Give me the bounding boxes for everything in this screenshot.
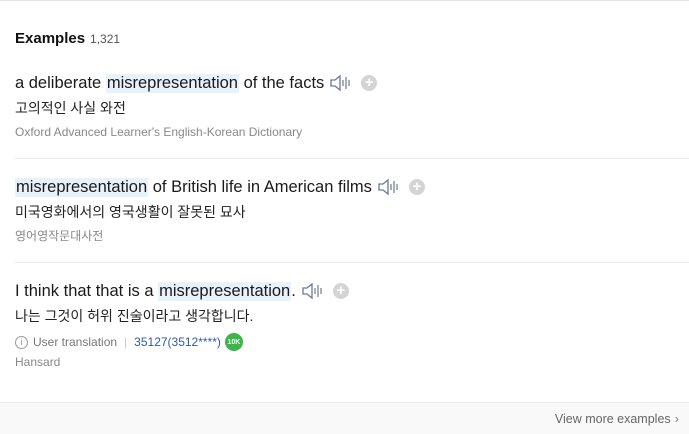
sentence-suffix: of the facts (238, 73, 325, 92)
example-translation: 나는 그것이 허위 진술이라고 생각합니다. (15, 308, 254, 324)
examples-count: 1,321 (90, 32, 121, 46)
meta-separator: | (124, 335, 128, 349)
speaker-icon[interactable] (301, 281, 325, 301)
view-more-examples-link[interactable]: View more examples › (555, 411, 679, 426)
view-more-label: View more examples (554, 411, 671, 426)
sentence-suffix: of British life in American films (148, 177, 372, 196)
divider (15, 262, 689, 263)
example-translation: 미국영화에서의 영국생활이 잘못된 묘사 (15, 204, 246, 220)
highlighted-term: misrepresentation (158, 281, 292, 301)
highlighted-term: misrepresentation (15, 177, 149, 197)
example-source: Hansard (15, 355, 61, 369)
sentence-prefix: a deliberate (15, 73, 106, 92)
user-id-link[interactable]: 35127(3512****) (134, 335, 221, 349)
user-level-badge: 10K (224, 333, 243, 351)
sentence-prefix: I think that that is a (15, 281, 159, 300)
highlighted-term: misrepresentation (105, 73, 239, 93)
examples-title: Examples (15, 30, 86, 47)
chevron-right-icon: › (674, 411, 679, 426)
info-icon[interactable]: i (15, 335, 28, 349)
user-translation-meta: i User translation | 35127(3512****) 10K (15, 332, 689, 352)
divider (15, 158, 689, 159)
sentence-suffix: . (291, 281, 296, 300)
example-sentence: I think that that is a misrepresentation… (15, 280, 689, 302)
add-to-wordbook-button[interactable]: + (408, 179, 425, 195)
example-source: 영어영작문대사전 (15, 229, 104, 243)
speaker-icon[interactable] (329, 73, 353, 93)
example-item: I think that that is a misrepresentation… (15, 280, 689, 370)
example-item: misrepresentation of British life in Ame… (15, 176, 689, 244)
example-translation: 고의적인 사실 와전 (15, 100, 126, 116)
examples-header: Examples 1,321 (15, 30, 120, 48)
example-sentence: a deliberate misrepresentation of the fa… (15, 72, 689, 94)
top-divider (0, 0, 689, 1)
speaker-icon[interactable] (377, 177, 401, 197)
examples-footer: View more examples › (0, 402, 689, 434)
user-translation-label[interactable]: User translation (33, 335, 117, 349)
add-to-wordbook-button[interactable]: + (361, 75, 378, 91)
example-item: a deliberate misrepresentation of the fa… (15, 72, 689, 140)
example-sentence: misrepresentation of British life in Ame… (15, 176, 689, 198)
add-to-wordbook-button[interactable]: + (332, 283, 349, 299)
example-source: Oxford Advanced Learner's English-Korean… (15, 125, 303, 139)
